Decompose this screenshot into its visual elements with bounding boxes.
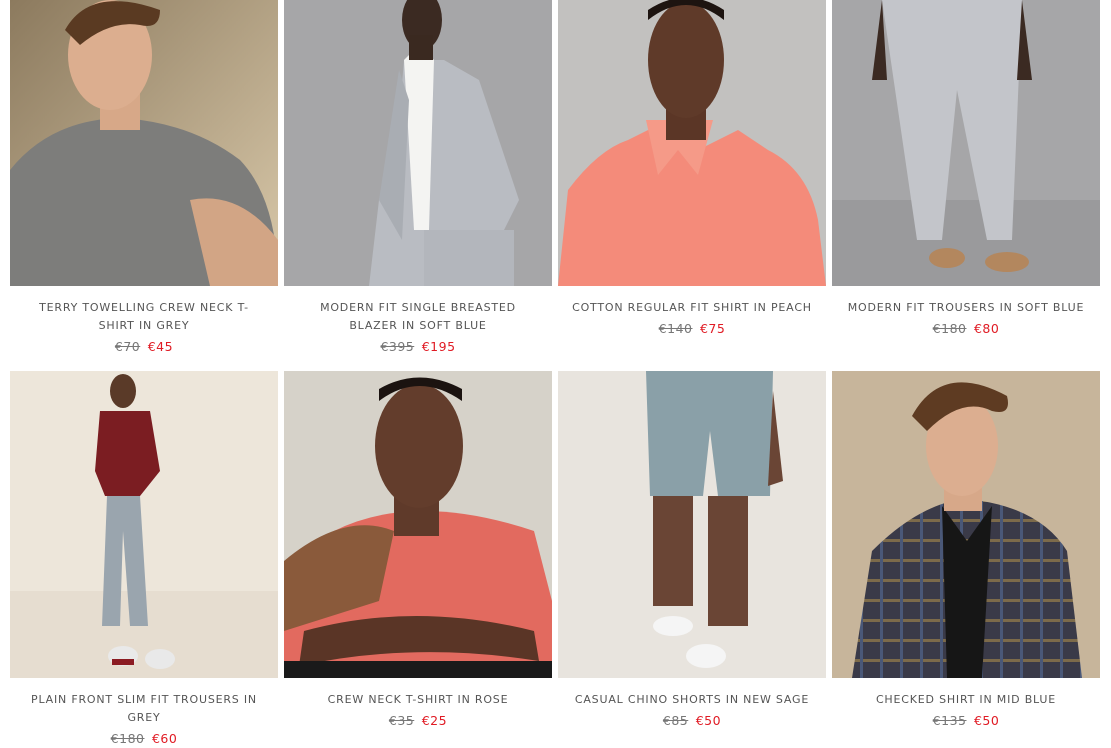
product-card[interactable]: CHECKED SHIRT IN MID BLUE €135 €50 — [832, 371, 1100, 730]
product-title[interactable]: CHECKED SHIRT IN MID BLUE — [832, 691, 1100, 709]
product-price: €70 €45 — [10, 338, 278, 356]
original-price: €35 — [388, 713, 415, 728]
sale-price: €45 — [147, 339, 174, 354]
product-title[interactable]: COTTON REGULAR FIT SHIRT IN PEACH — [558, 299, 826, 317]
product-title[interactable]: CREW NECK T-SHIRT IN ROSE — [284, 691, 552, 709]
product-price: €180 €80 — [832, 320, 1100, 338]
product-card[interactable]: TERRY TOWELLING CREW NECK T-SHIRT IN GRE… — [10, 0, 278, 356]
product-image[interactable] — [284, 0, 552, 286]
sale-price: €60 — [151, 731, 178, 746]
product-title[interactable]: CASUAL CHINO SHORTS IN NEW SAGE — [558, 691, 826, 709]
product-price: €395 €195 — [284, 338, 552, 356]
product-price: €135 €50 — [832, 712, 1100, 730]
original-price: €135 — [932, 713, 967, 728]
product-title[interactable]: TERRY TOWELLING CREW NECK T-SHIRT IN GRE… — [10, 299, 278, 335]
product-title[interactable]: PLAIN FRONT SLIM FIT TROUSERS IN GREY — [10, 691, 278, 727]
original-price: €70 — [114, 339, 141, 354]
product-image[interactable] — [10, 371, 278, 678]
product-grid: TERRY TOWELLING CREW NECK T-SHIRT IN GRE… — [0, 0, 1111, 746]
sale-price: €50 — [973, 713, 1000, 728]
product-card[interactable]: CASUAL CHINO SHORTS IN NEW SAGE €85 €50 — [558, 371, 826, 730]
original-price: €180 — [932, 321, 967, 336]
product-card[interactable]: PLAIN FRONT SLIM FIT TROUSERS IN GREY €1… — [10, 371, 278, 748]
sale-price: €25 — [421, 713, 448, 728]
original-price: €140 — [658, 321, 693, 336]
product-image[interactable] — [832, 0, 1100, 286]
product-image[interactable] — [558, 0, 826, 286]
original-price: €85 — [662, 713, 689, 728]
product-image[interactable] — [284, 371, 552, 678]
sale-price: €80 — [973, 321, 1000, 336]
product-image[interactable] — [10, 0, 278, 286]
original-price: €395 — [380, 339, 415, 354]
product-price: €85 €50 — [558, 712, 826, 730]
product-image[interactable] — [558, 371, 826, 678]
product-price: €180 €60 — [10, 730, 278, 748]
sale-price: €75 — [699, 321, 726, 336]
product-title[interactable]: MODERN FIT TROUSERS IN SOFT BLUE — [832, 299, 1100, 317]
sale-price: €195 — [421, 339, 456, 354]
product-card[interactable]: CREW NECK T-SHIRT IN ROSE €35 €25 — [284, 371, 552, 730]
product-title[interactable]: MODERN FIT SINGLE BREASTED BLAZER IN SOF… — [284, 299, 552, 335]
product-card[interactable]: COTTON REGULAR FIT SHIRT IN PEACH €140 €… — [558, 0, 826, 338]
product-price: €140 €75 — [558, 320, 826, 338]
product-card[interactable]: MODERN FIT TROUSERS IN SOFT BLUE €180 €8… — [832, 0, 1100, 338]
product-price: €35 €25 — [284, 712, 552, 730]
sale-price: €50 — [695, 713, 722, 728]
product-card[interactable]: MODERN FIT SINGLE BREASTED BLAZER IN SOF… — [284, 0, 552, 356]
original-price: €180 — [110, 731, 145, 746]
product-image[interactable] — [832, 371, 1100, 678]
